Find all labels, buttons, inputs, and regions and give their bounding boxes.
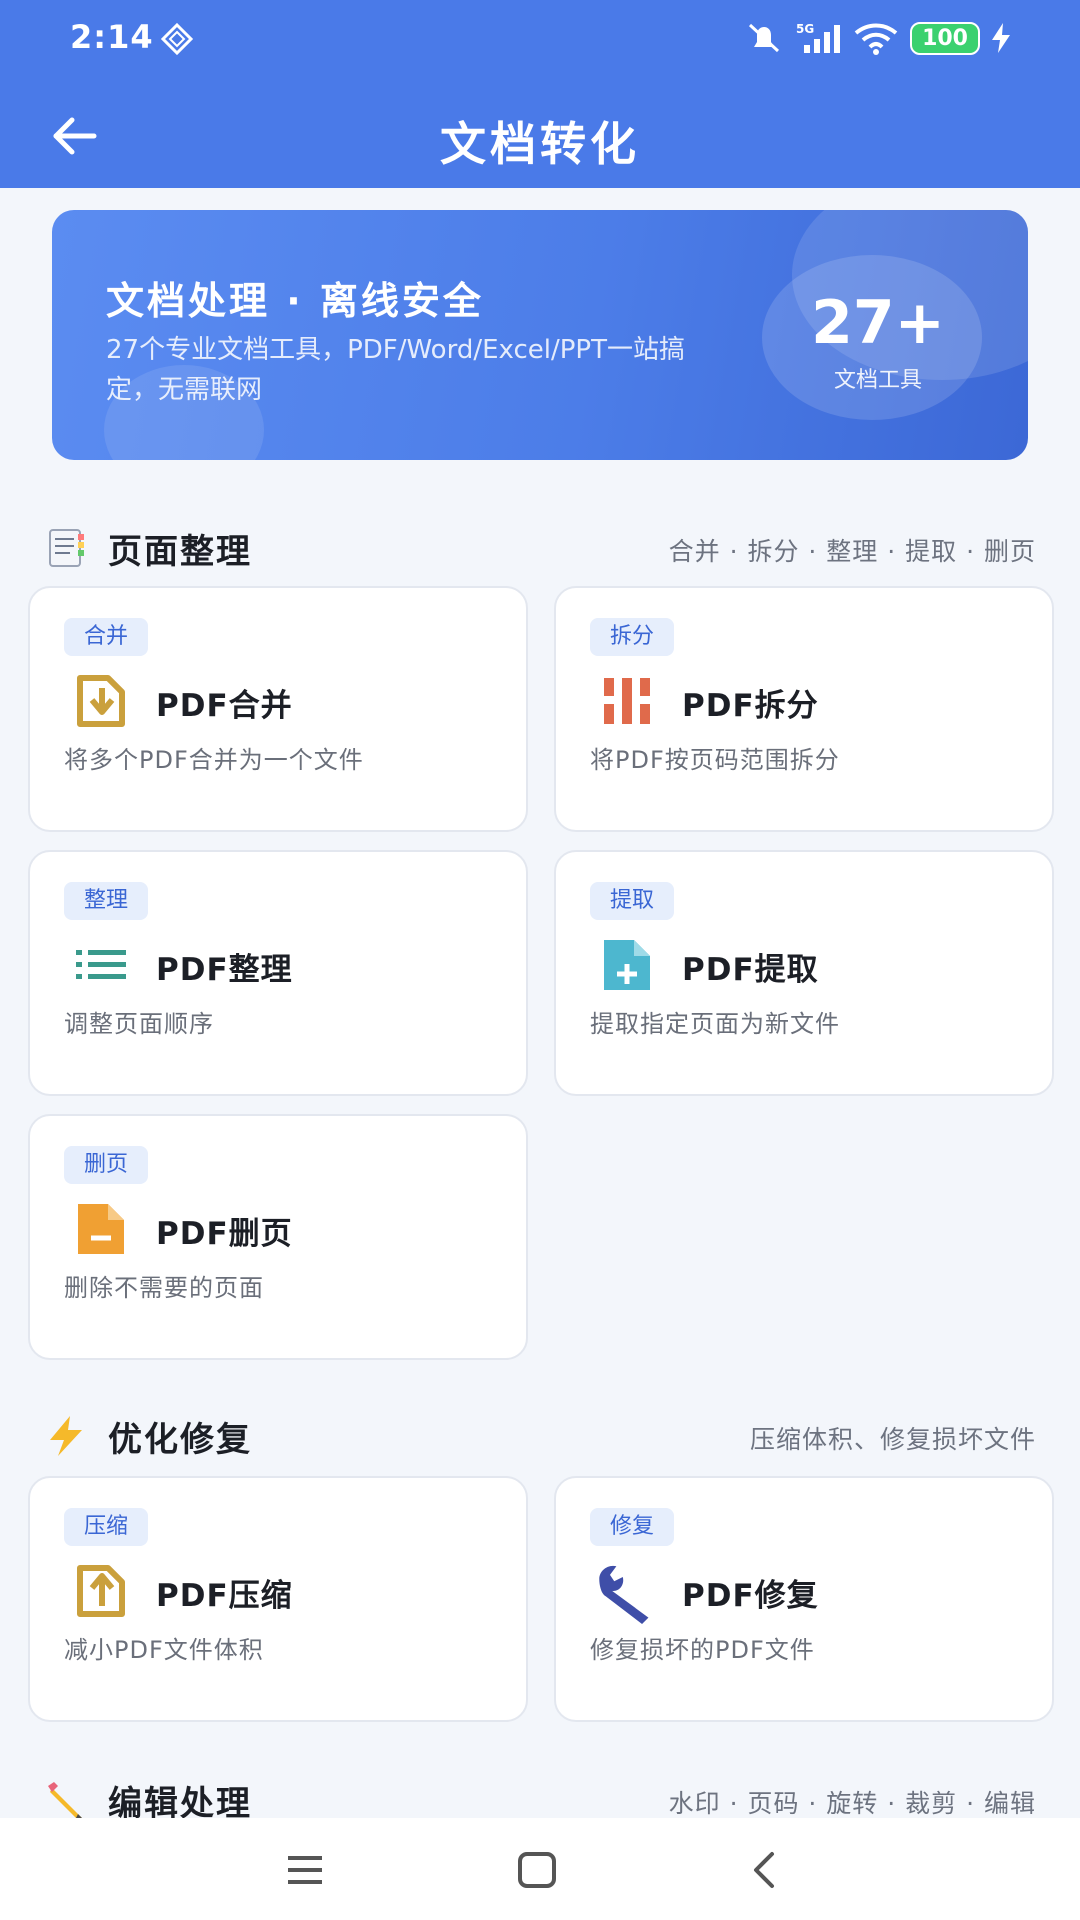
card-tag: 拆分 (590, 618, 675, 656)
card-description: 减小PDF文件体积 (64, 1636, 264, 1664)
list-icon (76, 950, 126, 979)
wifi-icon (854, 23, 898, 55)
section-subtitle: 水印 · 页码 · 旋转 · 裁剪 · 编辑 (668, 1789, 1036, 1818)
card-title: PDF拆分 (682, 688, 819, 724)
card-title: PDF提取 (682, 952, 819, 988)
app-header: 2:14 5G 100 文档转化 (0, 0, 1080, 188)
lightning-icon (50, 1416, 82, 1456)
card-title: PDF修复 (682, 1578, 819, 1614)
home-icon[interactable] (512, 1848, 562, 1892)
back-icon[interactable] (740, 1848, 790, 1892)
hero-description: 27个专业文档工具，PDF/Word/Excel/PPT一站搞定，无需联网 (106, 335, 685, 405)
hero-title: 文档处理 · 离线安全 (106, 279, 484, 323)
pencil-icon (48, 1782, 84, 1820)
card-description: 将PDF按页码范围拆分 (590, 746, 840, 774)
status-icons: 5G 100 (744, 18, 1010, 58)
section-title: 页面整理 (108, 532, 252, 572)
card-description: 调整页面顺序 (64, 1010, 214, 1038)
card-tag: 提取 (590, 882, 675, 920)
tool-card-pdf-repair[interactable]: 修复 PDF修复 修复损坏的PDF文件 (554, 1476, 1054, 1722)
wrench-icon (599, 1565, 649, 1624)
navigation-bar: 文档转化 (0, 96, 1080, 176)
tool-card-pdf-organize[interactable]: 整理 PDF整理 调整页面顺序 (28, 850, 528, 1096)
charging-icon (992, 23, 1010, 53)
section-subtitle: 压缩体积、修复损坏文件 (749, 1425, 1036, 1454)
hero-banner: 文档处理 · 离线安全 27个专业文档工具，PDF/Word/Excel/PPT… (52, 210, 1028, 460)
card-tag: 压缩 (64, 1508, 149, 1546)
tool-card-pdf-compress[interactable]: 压缩 PDF压缩 减小PDF文件体积 (28, 1476, 528, 1722)
status-bar: 2:14 5G 100 (0, 0, 1080, 72)
tool-count: 27+ (811, 288, 945, 358)
mute-icon (749, 23, 780, 53)
card-title: PDF压缩 (156, 1578, 293, 1614)
tool-card-pdf-delete-page[interactable]: 删页 PDF删页 删除不需要的页面 (28, 1114, 528, 1360)
card-description: 提取指定页面为新文件 (590, 1010, 840, 1038)
file-remove-icon (78, 1204, 124, 1254)
app-notification-icon (160, 22, 194, 56)
section-header-page-organize: 页面整理 合并 · 拆分 · 整理 · 提取 · 删页 (44, 518, 1036, 574)
card-tag: 删页 (64, 1146, 149, 1184)
compress-icon (77, 1565, 125, 1617)
status-time: 2:14 (70, 18, 154, 56)
section-subtitle: 合并 · 拆分 · 整理 · 提取 · 删页 (668, 537, 1036, 566)
tool-card-pdf-split[interactable]: 拆分 PDF拆分 将PDF按页码范围拆分 (554, 586, 1054, 832)
card-description: 将多个PDF合并为一个文件 (64, 746, 364, 774)
section-header-optimize-repair: 优化修复 压缩体积、修复损坏文件 (44, 1406, 1036, 1462)
notepad-icon (49, 529, 84, 567)
signal-icon: 5G (796, 22, 841, 53)
file-add-icon (604, 940, 650, 990)
card-tag: 整理 (64, 882, 149, 920)
card-description: 删除不需要的页面 (64, 1274, 264, 1302)
merge-icon (77, 675, 125, 727)
menu-icon[interactable] (280, 1848, 330, 1892)
card-tag: 修复 (590, 1508, 675, 1546)
card-title: PDF整理 (156, 952, 293, 988)
tool-count-label: 文档工具 (833, 368, 922, 393)
page-title: 文档转化 (440, 117, 640, 171)
system-navigation-bar (0, 1818, 1080, 1920)
card-tag: 合并 (64, 618, 149, 656)
card-description: 修复损坏的PDF文件 (590, 1636, 815, 1664)
card-title: PDF删页 (156, 1216, 293, 1252)
section-title: 优化修复 (108, 1420, 252, 1460)
split-icon (604, 678, 650, 724)
card-title: PDF合并 (156, 688, 293, 724)
tool-card-pdf-extract[interactable]: 提取 PDF提取 提取指定页面为新文件 (554, 850, 1054, 1096)
battery-level: 100 (910, 21, 980, 55)
network-label: 5G (796, 22, 814, 36)
tool-card-pdf-merge[interactable]: 合并 PDF合并 将多个PDF合并为一个文件 (28, 586, 528, 832)
